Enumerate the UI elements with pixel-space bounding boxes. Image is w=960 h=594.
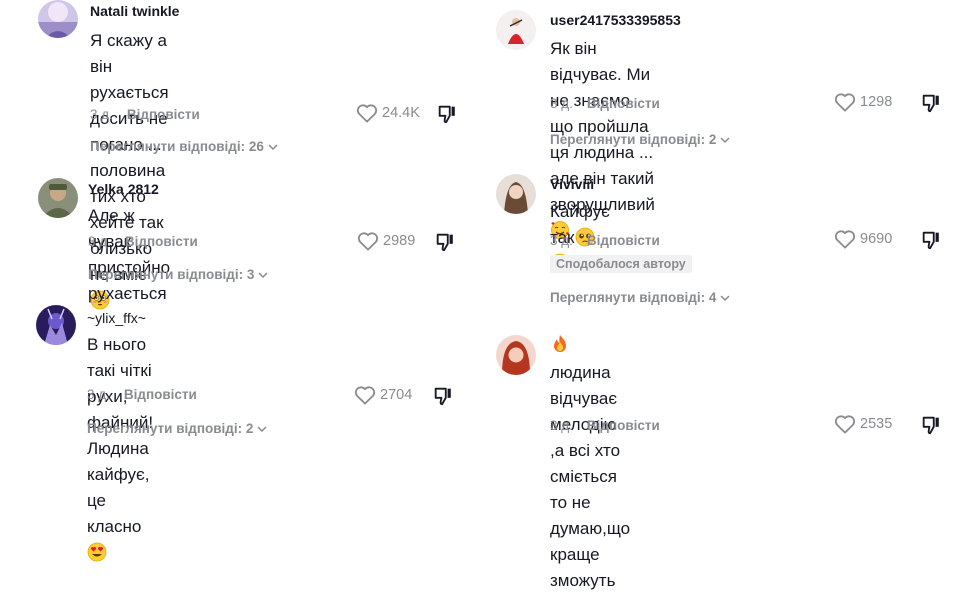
view-replies-button[interactable]: Переглянути відповіді: 3 bbox=[88, 267, 268, 282]
comment-meta: 3 д. Відповісти bbox=[90, 107, 200, 122]
dislike-icon[interactable] bbox=[920, 414, 942, 436]
view-replies-button[interactable]: Переглянути відповіді: 26 bbox=[90, 139, 278, 154]
username[interactable]: user2417533395853 bbox=[550, 12, 681, 28]
heart-icon bbox=[834, 93, 856, 112]
like-button[interactable]: 9690 bbox=[834, 229, 892, 249]
view-replies-label: Переглянути відповіді: 2 bbox=[550, 132, 717, 147]
heart-icon bbox=[357, 232, 379, 251]
like-button[interactable]: 24.4K bbox=[356, 103, 420, 123]
chevron-down-icon bbox=[720, 294, 730, 301]
reply-button[interactable]: Відповісти bbox=[125, 234, 198, 249]
like-count: 9690 bbox=[860, 231, 893, 247]
heart-icon bbox=[834, 230, 856, 249]
comment-age: 3 д. bbox=[550, 233, 573, 248]
avatar[interactable] bbox=[36, 305, 76, 345]
avatar[interactable] bbox=[38, 0, 78, 38]
view-replies-label: Переглянути відповіді: 26 bbox=[90, 139, 264, 154]
reply-button[interactable]: Відповісти bbox=[127, 107, 200, 122]
dislike-icon[interactable] bbox=[920, 92, 942, 114]
like-count: 2989 bbox=[383, 233, 416, 249]
like-button[interactable]: 2535 bbox=[834, 414, 892, 434]
username[interactable]: Natali twinkle bbox=[90, 3, 179, 19]
like-button[interactable]: 1298 bbox=[834, 92, 892, 112]
like-button[interactable]: 2989 bbox=[357, 231, 415, 251]
comment-age: 3 д. bbox=[90, 107, 113, 122]
view-replies-button[interactable]: Переглянути відповіді: 2 bbox=[87, 421, 267, 436]
comment-age: 3 д. bbox=[550, 418, 573, 433]
comment-age: 3 д. bbox=[88, 234, 111, 249]
username[interactable]: Yelka 2812 bbox=[88, 181, 159, 197]
comment-meta: 3 д. Відповісти bbox=[550, 233, 660, 248]
comment-meta: 3 д. Відповісти bbox=[550, 418, 660, 433]
comment-line: то не думаю,що краще зможуть bbox=[550, 493, 631, 590]
heart-icon bbox=[834, 415, 856, 434]
dislike-icon[interactable] bbox=[436, 103, 458, 125]
dislike-icon[interactable] bbox=[920, 229, 942, 251]
dislike-icon[interactable] bbox=[434, 231, 456, 253]
reply-button[interactable]: Відповісти bbox=[587, 233, 660, 248]
comment-line: Як він відчуває. Ми не знаємо що пройшла bbox=[550, 39, 651, 136]
comment-age: 3 д. bbox=[550, 96, 573, 111]
view-replies-button[interactable]: Переглянути відповіді: 2 bbox=[550, 132, 730, 147]
comment-line: Але ж чувак пристойно рухається bbox=[88, 206, 171, 303]
dislike-icon[interactable] bbox=[432, 385, 454, 407]
like-count: 2535 bbox=[860, 416, 893, 432]
view-replies-label: Переглянути відповіді: 2 bbox=[87, 421, 254, 436]
chevron-down-icon bbox=[258, 271, 268, 278]
comment-line-text: кайфує, це класно bbox=[87, 465, 150, 536]
chevron-down-icon bbox=[268, 143, 278, 150]
like-count: 2704 bbox=[380, 387, 413, 403]
chevron-down-icon bbox=[720, 136, 730, 143]
heart-eyes-icon bbox=[87, 542, 107, 562]
reply-button[interactable]: Відповісти bbox=[124, 387, 197, 402]
comment-text: В нього такі чіткі рухи, файний! Людина … bbox=[87, 332, 153, 566]
username[interactable]: Vivivііі bbox=[550, 176, 594, 192]
avatar[interactable] bbox=[496, 335, 536, 375]
avatar[interactable] bbox=[496, 10, 536, 50]
heart-icon bbox=[356, 104, 378, 123]
avatar[interactable] bbox=[496, 174, 536, 214]
heart-icon bbox=[354, 386, 376, 405]
fire-icon bbox=[554, 335, 566, 352]
comment-meta: 3 д. Відповісти bbox=[550, 96, 660, 111]
view-replies-button[interactable]: Переглянути відповіді: 4 bbox=[550, 290, 730, 305]
view-replies-label: Переглянути відповіді: 3 bbox=[88, 267, 255, 282]
username[interactable]: ~ylix_ffx~ bbox=[87, 310, 146, 326]
comment-age: 3 д. bbox=[87, 387, 110, 402]
avatar[interactable] bbox=[38, 178, 78, 218]
like-button[interactable]: 2704 bbox=[354, 385, 412, 405]
reply-button[interactable]: Відповісти bbox=[587, 418, 660, 433]
like-count: 24.4K bbox=[382, 105, 420, 121]
comment-line: кайфує, це класно bbox=[87, 462, 153, 566]
reply-button[interactable]: Відповісти bbox=[587, 96, 660, 111]
comment-text: Але ж чувак пристойно рухається bbox=[88, 203, 170, 307]
liked-by-creator-badge: Сподобалося автору bbox=[550, 255, 692, 273]
like-count: 1298 bbox=[860, 94, 893, 110]
comment-text: людина відчуває мелодію ,а всі хто смієт… bbox=[550, 360, 630, 594]
comment-meta: 3 д. Відповісти bbox=[88, 234, 198, 249]
chevron-down-icon bbox=[257, 425, 267, 432]
view-replies-label: Переглянути відповіді: 4 bbox=[550, 290, 717, 305]
comment-meta: 3 д. Відповісти bbox=[87, 387, 197, 402]
